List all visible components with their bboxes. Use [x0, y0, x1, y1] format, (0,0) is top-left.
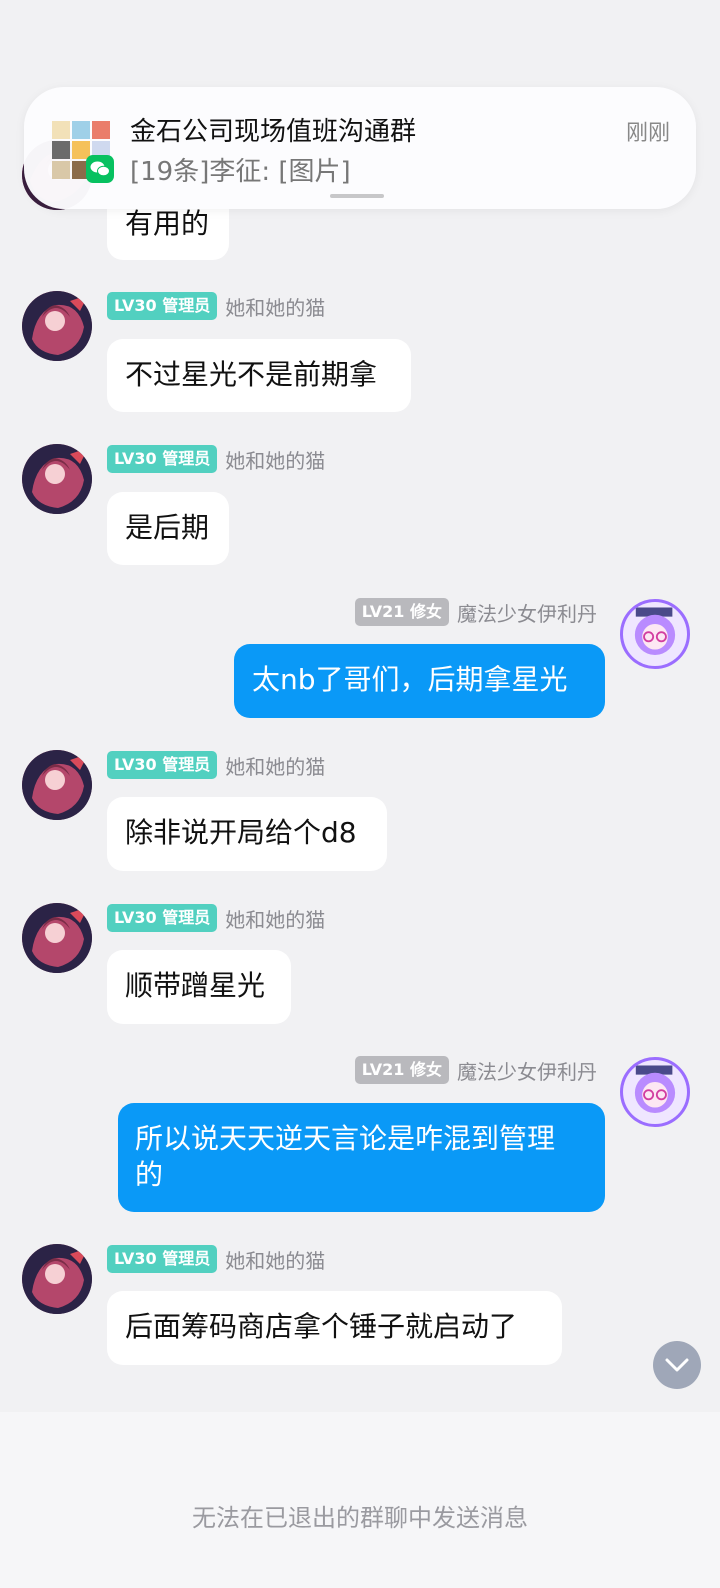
role-text: 管理员 [162, 296, 211, 315]
input-area-disabled: 无法在已退出的群聊中发送消息 [0, 1412, 720, 1588]
sender-meta: LV21 修女 魔法少女伊利丹 [354, 598, 597, 627]
message-bubble[interactable]: 后面筹码商店拿个锤子就启动了 [107, 1291, 562, 1365]
level-text: LV30 [114, 755, 157, 774]
sender-meta: LV30 管理员 她和她的猫 [107, 751, 325, 780]
self-avatar-icon [623, 1060, 687, 1124]
message-line: 所以说天天逆天言论是咋混到管理 [135, 1122, 556, 1155]
avatar[interactable] [22, 750, 92, 820]
sender-name[interactable]: 她和她的猫 [225, 751, 325, 780]
level-text: LV21 [361, 602, 405, 621]
message-bubble[interactable]: 不过星光不是前期拿 [107, 339, 411, 412]
level-badge: LV30 管理员 [107, 751, 218, 779]
message-bubble[interactable]: 太nb了哥们，后期拿星光 [234, 644, 605, 718]
sender-name[interactable]: 她和她的猫 [225, 292, 325, 321]
level-text: LV30 [114, 449, 157, 468]
message-line: 的 [135, 1158, 164, 1191]
level-badge: LV21 修女 [354, 1056, 449, 1084]
level-text: LV30 [114, 296, 157, 315]
sender-name[interactable]: 她和她的猫 [225, 904, 325, 933]
notification-time: 刚刚 [625, 121, 670, 146]
sender-name[interactable]: 她和她的猫 [225, 445, 325, 474]
role-text: 管理员 [162, 449, 211, 468]
avatar[interactable] [620, 1057, 690, 1127]
role-text: 修女 [409, 602, 442, 621]
level-badge: LV30 管理员 [107, 904, 218, 932]
sender-name[interactable]: 魔法少女伊利丹 [457, 598, 597, 627]
sender-meta: LV21 修女 魔法少女伊利丹 [354, 1056, 597, 1085]
user-avatar-icon [22, 291, 92, 361]
avatar[interactable] [22, 1244, 92, 1314]
sender-meta: LV30 管理员 她和她的猫 [107, 292, 325, 321]
role-text: 管理员 [162, 1249, 211, 1268]
user-avatar-icon [22, 750, 92, 820]
level-text: LV30 [114, 1249, 157, 1268]
avatar[interactable] [22, 444, 92, 514]
notification-title: 金石公司现场值班沟通群 [130, 117, 417, 147]
sender-name[interactable]: 魔法少女伊利丹 [457, 1056, 597, 1085]
avatar[interactable] [22, 903, 92, 973]
role-text: 管理员 [162, 908, 211, 927]
notification-subtitle: [19条]李征: [图片] [130, 157, 351, 187]
role-text: 修女 [409, 1060, 442, 1079]
sender-meta: LV30 管理员 她和她的猫 [107, 904, 325, 933]
message-bubble[interactable]: 是后期 [107, 492, 229, 565]
sender-meta: LV30 管理员 她和她的猫 [107, 445, 325, 474]
message-bubble[interactable]: 顺带蹭星光 [107, 950, 291, 1024]
sender-name[interactable]: 她和她的猫 [225, 1245, 325, 1274]
notification-banner[interactable]: 金石公司现场值班沟通群 [19条]李征: [图片] 刚刚 [24, 87, 696, 209]
role-text: 管理员 [162, 755, 211, 774]
message-bubble[interactable]: 所以说天天逆天言论是咋混到管理 的 [118, 1103, 605, 1212]
avatar[interactable] [620, 599, 690, 669]
level-badge: LV21 修女 [354, 598, 449, 626]
message-bubble[interactable]: 除非说开局给个d8 [107, 797, 387, 871]
user-avatar-icon [22, 903, 92, 973]
level-badge: LV30 管理员 [107, 445, 218, 473]
level-text: LV21 [361, 1060, 405, 1079]
level-badge: LV30 管理员 [107, 1245, 218, 1273]
avatar[interactable] [22, 291, 92, 361]
self-avatar-icon [623, 602, 687, 666]
drag-handle[interactable] [330, 194, 384, 198]
user-avatar-icon [22, 1244, 92, 1314]
user-avatar-icon [22, 444, 92, 514]
level-text: LV30 [114, 908, 157, 927]
scroll-to-bottom-button[interactable] [653, 1341, 701, 1389]
level-badge: LV30 管理员 [107, 292, 218, 320]
sender-meta: LV30 管理员 她和她的猫 [107, 1245, 325, 1274]
group-avatar [52, 121, 114, 183]
chevron-down-icon [665, 1358, 689, 1372]
chat-area[interactable]: 有用的 LV30 管理员 她和她的猫 不过星光不是前期拿 LV30 管理员 她和… [0, 0, 720, 1412]
group-exited-notice: 无法在已退出的群聊中发送消息 [192, 1504, 528, 1532]
wechat-icon [86, 155, 114, 183]
